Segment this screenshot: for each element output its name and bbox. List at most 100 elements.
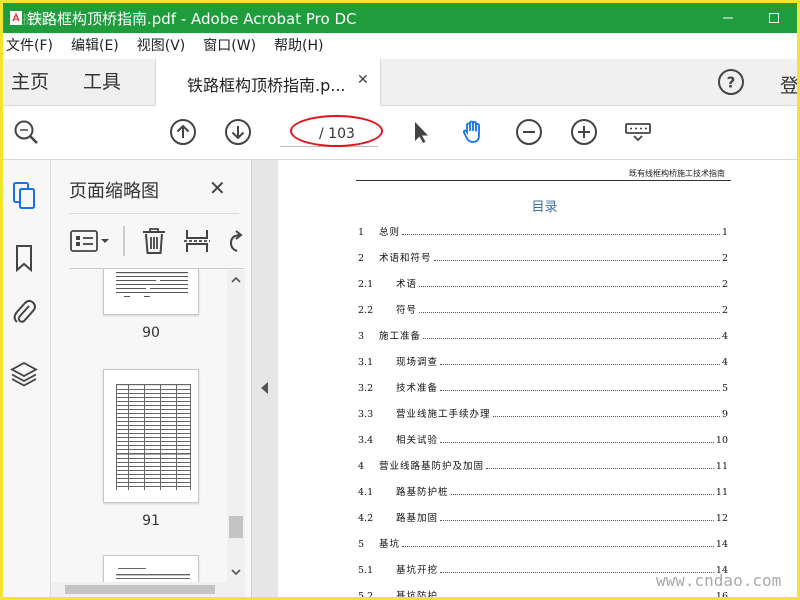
menu-bar: 文件(F) 编辑(E) 视图(V) 窗口(W) 帮助(H) [3, 33, 797, 59]
help-icon[interactable]: ? [717, 68, 745, 96]
scroll-down-icon[interactable] [230, 566, 242, 578]
toc-leader-dots [440, 364, 720, 365]
zoom-in-icon[interactable] [570, 118, 598, 146]
menu-view[interactable]: 视图(V) [128, 33, 195, 59]
page-running-header: 既有线框构桥施工技术指南 [629, 169, 725, 178]
toc-entry[interactable]: 4 营业线路基防护及加固 11 [358, 458, 728, 472]
window-controls [705, 3, 797, 33]
header-rule [356, 180, 731, 181]
toc-entry-title: 营业线施工手续办理 [396, 409, 491, 420]
acrobat-icon [9, 10, 23, 26]
toc-entry-number: 3.3 [358, 409, 374, 420]
toc-entry-number: 5.1 [358, 565, 374, 576]
scrollbar-thumb[interactable] [65, 585, 215, 594]
toc-entry-title: 总则 [379, 227, 401, 238]
menu-window[interactable]: 窗口(W) [194, 33, 265, 59]
keyboard-icon[interactable] [624, 118, 652, 146]
toc-entry-number: 5.2 [358, 591, 374, 597]
tab-document[interactable]: 铁路框构顶桥指南.p... ✕ [155, 59, 381, 106]
toc-entry[interactable]: 3.1 现场调查 4 [358, 354, 728, 368]
menu-edit[interactable]: 编辑(E) [62, 33, 128, 59]
delete-page-icon[interactable] [141, 226, 167, 256]
toc-entry[interactable]: 3.4 相关试验 10 [358, 432, 728, 446]
toc-entry-number: 5 [358, 539, 365, 550]
extract-page-icon[interactable] [184, 226, 210, 256]
toc-entry-number: 3.2 [358, 383, 374, 394]
document-view[interactable]: 既有线框构桥施工技术指南 目录 1 总则 1 2 术语和符号 2 2.1 术语 2 2.2 符号 2 3… [278, 160, 797, 597]
divider [123, 226, 125, 256]
zoom-out-icon[interactable] [515, 118, 543, 146]
toc-entry-page: 10 [715, 435, 728, 446]
page-number-field[interactable]: / 103 [280, 121, 378, 147]
page-thumbnail[interactable] [103, 269, 199, 315]
toc-entry[interactable]: 2 术语和符号 2 [358, 250, 728, 264]
panel-close-icon[interactable]: ✕ [209, 176, 226, 200]
toc-leader-dots [402, 234, 720, 235]
tab-close-icon[interactable]: ✕ [357, 72, 369, 88]
page-thumbnails-icon[interactable] [9, 180, 39, 212]
toc-entry[interactable]: 1 总则 1 [358, 224, 728, 238]
toc-entry[interactable]: 2.2 符号 2 [358, 302, 728, 316]
toc-leader-dots [423, 338, 720, 339]
toc-leader-dots [433, 260, 720, 261]
panel-collapse-handle[interactable] [252, 160, 278, 597]
toc-entry-page: 11 [715, 487, 728, 498]
tab-home[interactable]: 主页 [11, 59, 49, 106]
collapse-left-icon[interactable] [261, 379, 269, 398]
toc-entry[interactable]: 2.1 术语 2 [358, 276, 728, 290]
toc-leader-dots [440, 442, 714, 443]
svg-text:?: ? [727, 74, 736, 92]
toc-entry-page: 4 [721, 331, 728, 342]
thumbnail-panel: 页面缩略图 ✕ 90 91 [51, 160, 252, 597]
total-pages: / 103 [319, 125, 355, 142]
toc-entry-title: 基坑开挖 [396, 565, 439, 576]
toc-entry-title: 基坑防护 [396, 591, 439, 597]
toc-entry[interactable]: 5 基坑 14 [358, 536, 728, 550]
toc-entry-title: 术语和符号 [379, 253, 432, 264]
thumbnail-page-number: 91 [142, 513, 160, 529]
search-icon[interactable] [12, 118, 40, 146]
toc-entry-number: 3 [358, 331, 365, 342]
toc-entry-title: 路基防护桩 [396, 487, 449, 498]
sign-in-link[interactable]: 登 [780, 71, 797, 98]
toc-entry[interactable]: 3.2 技术准备 5 [358, 380, 728, 394]
toc-leader-dots [492, 416, 720, 417]
toc-entry-title: 符号 [396, 305, 418, 316]
thumbnail-options-icon[interactable] [69, 226, 113, 256]
toc-leader-dots [419, 312, 720, 313]
thumbnail-horizontal-scrollbar[interactable] [51, 582, 245, 597]
hand-tool-icon[interactable] [459, 118, 487, 146]
toc-entry-title: 相关试验 [396, 435, 439, 446]
select-arrow-icon[interactable] [406, 118, 434, 146]
scroll-up-icon[interactable] [230, 274, 242, 286]
tab-tools[interactable]: 工具 [83, 59, 121, 106]
toc-entry-number: 3.4 [358, 435, 374, 446]
minimize-button[interactable] [705, 3, 751, 33]
attachment-icon[interactable] [9, 296, 39, 328]
maximize-button[interactable] [751, 3, 797, 33]
toc-entry-title: 路基加固 [396, 513, 439, 524]
toc-entry[interactable]: 3.3 营业线施工手续办理 9 [358, 406, 728, 420]
layers-icon[interactable] [9, 358, 39, 390]
scrollbar-thumb[interactable] [229, 516, 243, 538]
bookmark-icon[interactable] [9, 242, 39, 274]
toc-entry-page: 2 [721, 305, 728, 316]
rotate-icon[interactable] [225, 226, 243, 256]
previous-page-icon[interactable] [169, 118, 197, 146]
toc-entry[interactable]: 4.1 路基防护桩 11 [358, 484, 728, 498]
page-thumbnail[interactable] [103, 555, 199, 582]
toc-leader-dots [402, 546, 714, 547]
toc-entry-page: 1 [721, 227, 728, 238]
toc-leader-dots [440, 390, 720, 391]
menu-file[interactable]: 文件(F) [3, 33, 62, 59]
toc-entry[interactable]: 3 施工准备 4 [358, 328, 728, 342]
toc-entry-page: 9 [721, 409, 728, 420]
toc-entry-number: 1 [358, 227, 365, 238]
next-page-icon[interactable] [224, 118, 252, 146]
thumbnail-scrollbar[interactable] [227, 270, 245, 582]
toc-heading: 目录 [531, 200, 558, 215]
page-thumbnail[interactable] [103, 369, 199, 503]
menu-help[interactable]: 帮助(H) [265, 33, 332, 59]
toc-leader-dots [486, 468, 714, 469]
toc-entry[interactable]: 4.2 路基加固 12 [358, 510, 728, 524]
